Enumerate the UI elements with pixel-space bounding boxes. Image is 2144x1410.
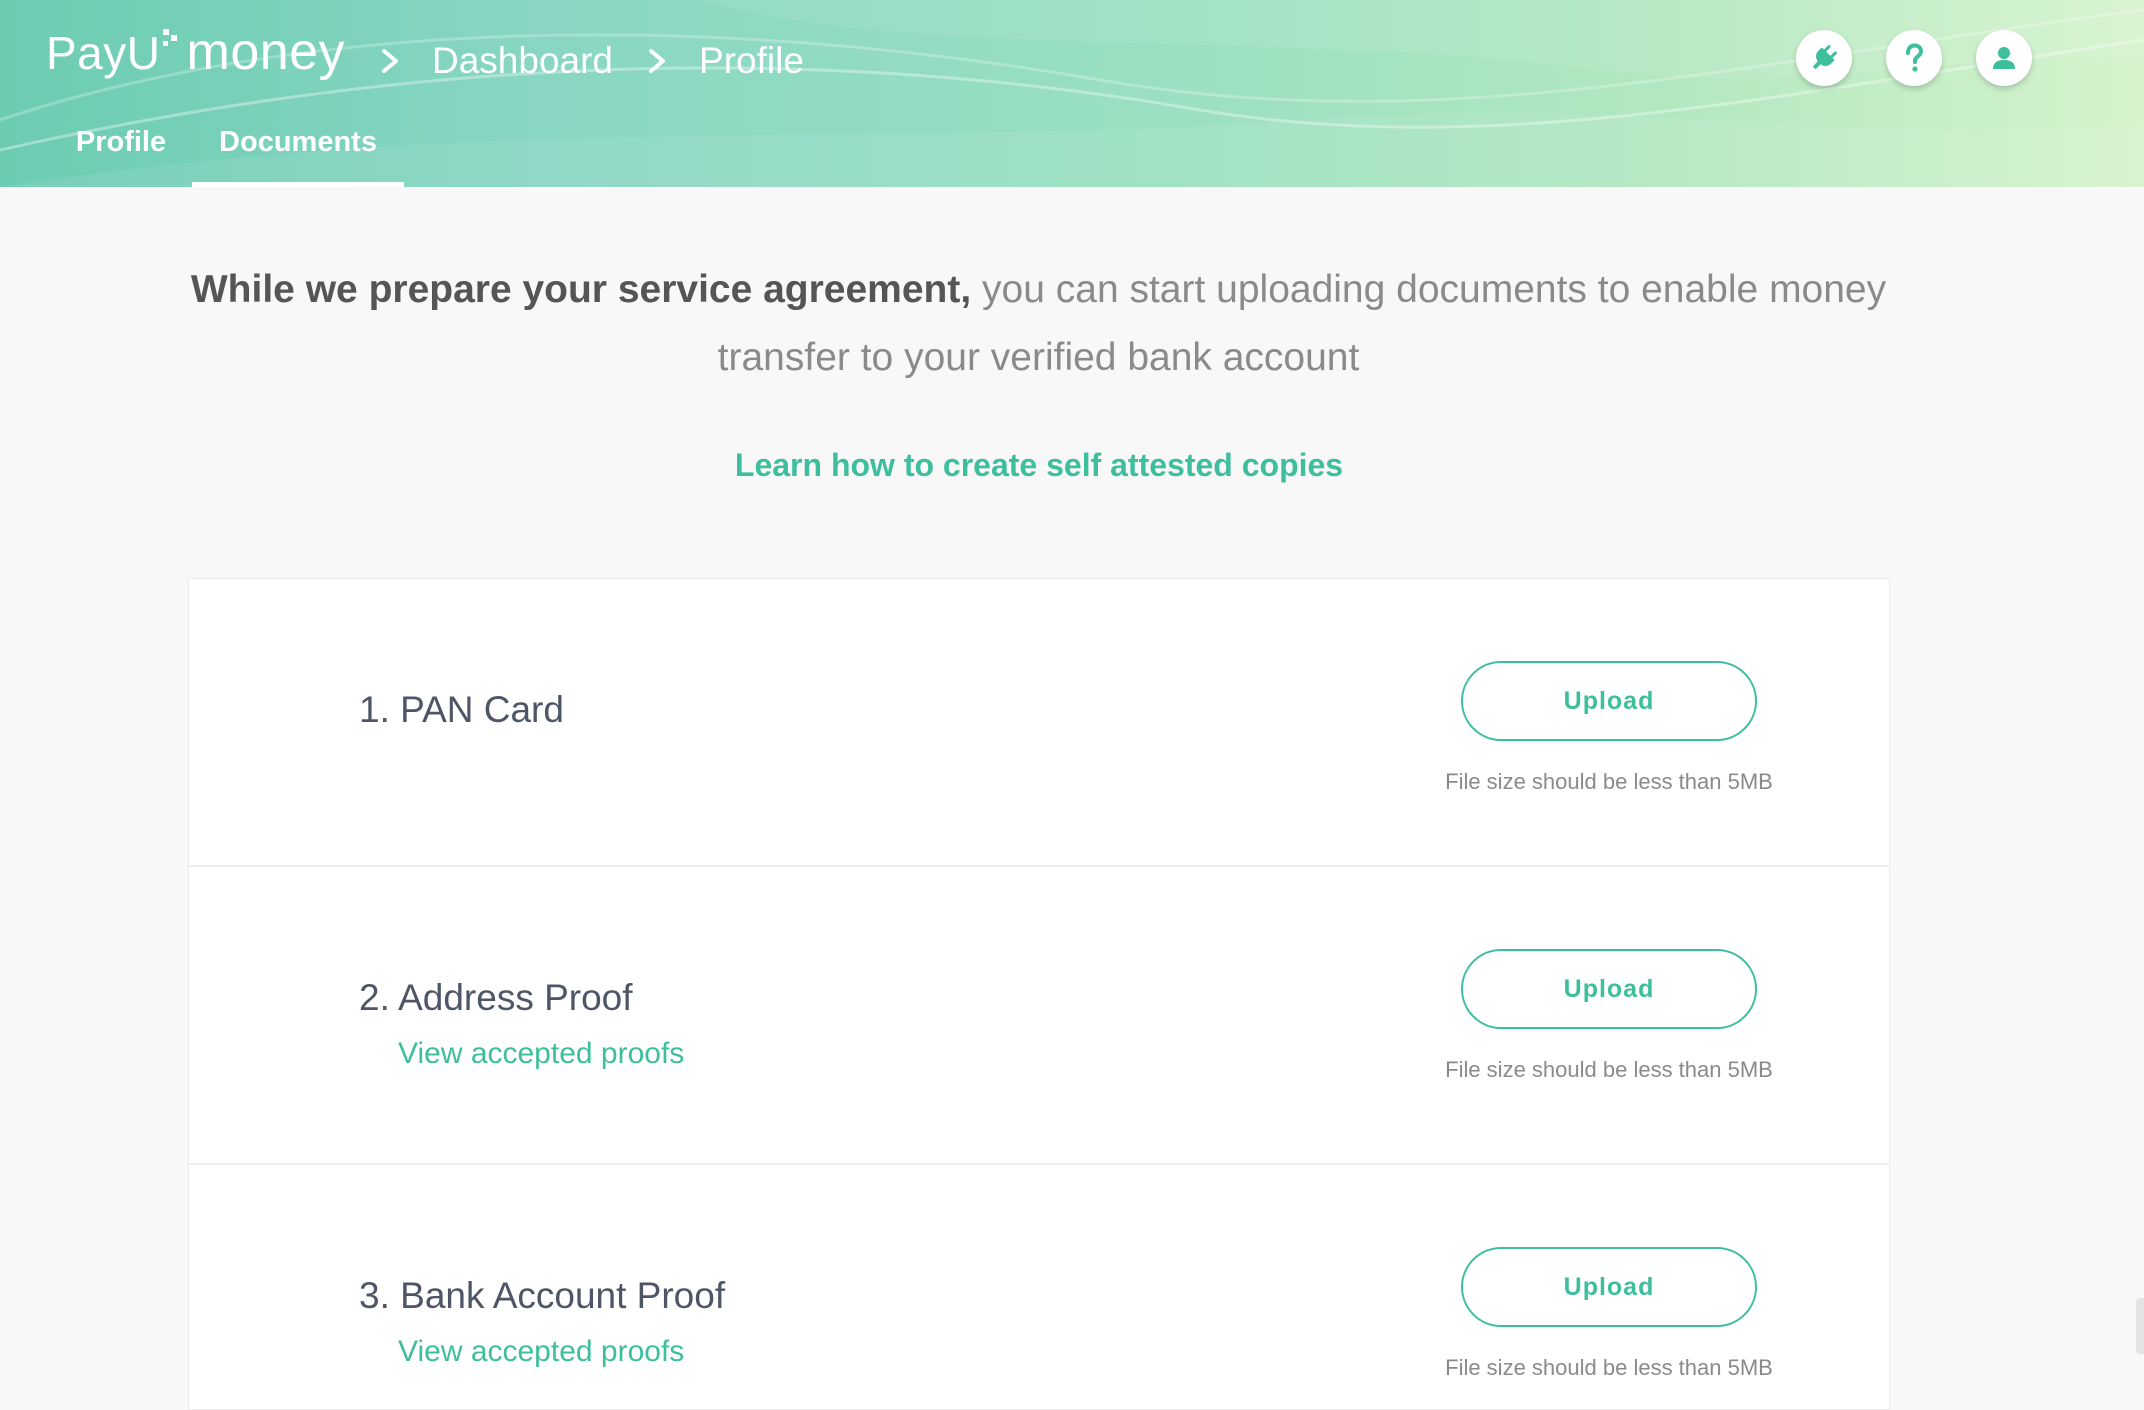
document-title: 2. Address Proof [359, 977, 633, 1018]
logo-u-text: U [126, 27, 161, 79]
plug-icon [1813, 44, 1838, 69]
intro-message: While we prepare your service agreement,… [180, 256, 1897, 392]
document-row-address-proof: 2. Address Proof View accepted proofs Up… [189, 865, 1889, 1165]
upload-button[interactable]: Upload [1461, 1247, 1757, 1327]
document-row-pan-card: 1. PAN Card Upload File size should be l… [189, 579, 1889, 867]
upload-button[interactable]: Upload [1461, 949, 1757, 1029]
top-header: Pay U money Dashboard Profile Profile Do… [0, 0, 2144, 187]
document-title: 1. PAN Card [359, 689, 564, 730]
user-icon-button[interactable] [1976, 30, 2032, 86]
logo-pay-text: Pay [46, 27, 127, 79]
file-size-note: File size should be less than 5MB [1445, 1355, 1773, 1380]
payumoney-logo[interactable]: Pay U money [46, 22, 345, 92]
plug-icon-button[interactable] [1796, 30, 1852, 86]
file-size-note: File size should be less than 5MB [1445, 1057, 1773, 1082]
file-size-note: File size should be less than 5MB [1445, 769, 1773, 794]
logo-money-text: money [186, 23, 346, 81]
documents-card: 1. PAN Card Upload File size should be l… [188, 578, 1890, 1410]
learn-self-attested-link[interactable]: Learn how to create self attested copies [0, 447, 2078, 484]
help-icon-button[interactable] [1886, 30, 1942, 86]
breadcrumb-dashboard[interactable]: Dashboard [432, 40, 613, 82]
breadcrumb-profile[interactable]: Profile [699, 40, 804, 82]
help-icon [1906, 43, 1924, 72]
profile-tabs: Profile Documents [0, 118, 404, 187]
header-actions [1762, 30, 2032, 86]
logo-dots-mark [161, 29, 183, 69]
tab-profile[interactable]: Profile [58, 118, 184, 187]
document-title: 3. Bank Account Proof [359, 1275, 726, 1316]
intro-strong-text: While we prepare your service agreement, [190, 268, 972, 311]
document-row-bank-account-proof: 3. Bank Account Proof View accepted proo… [189, 1163, 1889, 1409]
scrollbar-thumb[interactable] [2136, 1298, 2144, 1354]
breadcrumb: Dashboard Profile [370, 38, 828, 84]
view-accepted-proofs-link[interactable]: View accepted proofs [398, 1335, 684, 1369]
view-accepted-proofs-link[interactable]: View accepted proofs [398, 1037, 684, 1071]
user-icon [1993, 47, 2015, 69]
chevron-right-icon [649, 49, 666, 73]
upload-button[interactable]: Upload [1461, 661, 1757, 741]
chevron-right-icon [382, 49, 398, 73]
tab-documents[interactable]: Documents [192, 118, 404, 187]
